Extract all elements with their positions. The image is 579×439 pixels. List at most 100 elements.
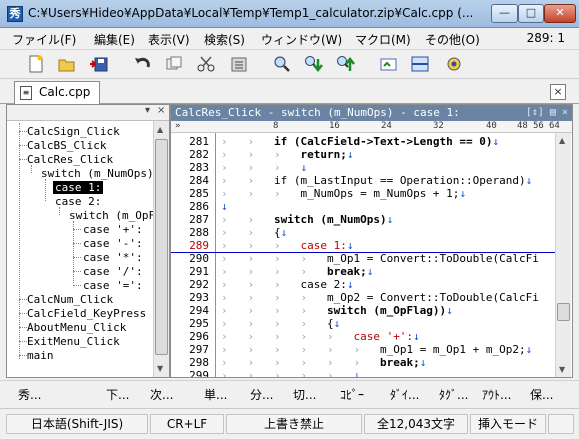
code-line[interactable]: 297 › › › › › › m_Op1 = m_Op1 + m_Op2;↓ [171,343,555,356]
outline-item[interactable]: CalcRes_Click [27,153,113,166]
code-line[interactable]: 284 › › if (m_LastInput == Operation::Ope… [171,174,555,187]
save-icon[interactable] [89,54,109,74]
outline-item[interactable]: case 2: [55,195,101,208]
title-bar: 秀 C:¥Users¥Hideo¥AppData¥Local¥Temp¥Temp… [0,0,579,28]
scrollbar-thumb[interactable] [155,139,168,355]
fkey-button[interactable]: 切... [293,386,316,403]
close-tab-icon[interactable]: × [550,84,566,100]
code-line[interactable]: 288 › › {↓ [171,226,555,239]
code-line[interactable]: 281 › › if (CalcField->Text->Length == 0)… [171,135,555,148]
document-icon: ≡ [20,86,32,100]
outline-item[interactable]: case '-': [83,237,143,250]
code-line[interactable]: 299 › › › › › ↓ [171,369,555,378]
line-text: m_Op2 = Convert::ToDouble(CalcFi [326,291,539,304]
code-line[interactable]: 286 ↓ [171,200,555,213]
fkey-button[interactable]: ﾀｸﾞ... [439,386,468,403]
open-folder-icon[interactable] [57,54,77,74]
tree-guide [19,145,27,146]
menu-window[interactable]: ウィンドウ(W) [261,31,342,48]
outline-item[interactable]: CalcField_KeyPress [27,307,146,320]
scroll-up-icon[interactable]: ▲ [559,136,565,145]
status-mode[interactable]: 挿入モード [470,414,546,434]
scrollbar-thumb[interactable] [557,303,570,321]
find-prev-icon[interactable] [335,54,355,74]
close-outline-icon[interactable]: × [157,105,165,116]
editor-scrollbar[interactable]: ▲ ▼ [555,133,571,377]
code-line[interactable]: 292 › › › case 2:↓ [171,278,555,291]
outline-item[interactable]: case '=': [83,279,143,292]
code-editor[interactable]: CalcRes_Click - switch (m_NumOps) - case… [170,104,573,378]
header-buttons-icon[interactable]: [↕] ▤ × [526,105,568,120]
undo-icon[interactable] [133,54,153,74]
code-line[interactable]: 283 › › › ↓ [171,161,555,174]
code-line[interactable]: 291 › › › › break;↓ [171,265,555,278]
fkey-button[interactable]: ｺﾋﾟｰ [340,386,364,403]
menu-macro[interactable]: マクロ(M) [355,31,411,48]
outline-item[interactable]: case '+': [83,223,143,236]
outline-item[interactable]: AboutMenu_Click [27,321,126,334]
menu-edit[interactable]: 編集(E) [94,31,135,48]
fkey-button[interactable]: 下... [106,386,129,403]
jump-icon[interactable] [378,54,398,74]
code-line[interactable]: 293 › › › › m_Op2 = Convert::ToDouble(Cal… [171,291,555,304]
line-text: break; [326,265,367,278]
menu-file[interactable]: ファイル(F) [12,31,76,48]
outline-item[interactable]: CalcSign_Click [27,125,120,138]
paste-icon[interactable] [229,54,249,74]
menu-search[interactable]: 検索(S) [204,31,245,48]
outline-item[interactable]: ExitMenu_Click [27,335,120,348]
outline-scrollbar[interactable]: ▲ ▼ [153,121,169,377]
close-button[interactable]: ✕ [544,4,576,23]
new-file-icon[interactable] [26,54,46,74]
fkey-button[interactable]: 保... [530,386,553,403]
minimize-button[interactable]: — [491,4,518,23]
fkey-button[interactable]: 次... [150,386,173,403]
editor-header-text: CalcRes_Click - switch (m_NumOps) - case… [175,106,460,119]
line-text: case 1: [300,239,347,252]
split-window-icon[interactable] [410,54,430,74]
line-number: 299 [189,369,209,378]
code-line[interactable]: 285 › › › m_NumOps = m_NumOps + 1;↓ [171,187,555,200]
tab-label: Calc.cpp [39,85,91,99]
status-encoding[interactable]: 日本語(Shift-JIS) [6,414,148,434]
maximize-button[interactable]: □ [518,4,544,23]
code-line[interactable]: 298 › › › › › › break;↓ [171,356,555,369]
pin-icon[interactable]: ▾ [145,105,150,116]
outline-item-selected[interactable]: case 1: [53,181,104,194]
code-line[interactable]: 287 › › switch (m_NumOps)↓ [171,213,555,226]
code-line-current[interactable]: 289 › › › case 1:↓ [171,239,555,253]
outline-item[interactable]: switch (m_NumOps) [41,167,154,180]
function-key-bar: 秀... 下... 次... 単... 分... 切... ｺﾋﾟｰ ﾀﾞｲ..… [0,380,579,406]
fkey-button[interactable]: 単... [204,386,227,403]
code-line[interactable]: 296 › › › › › case '+':↓ [171,330,555,343]
settings-icon[interactable] [444,54,464,74]
outline-item[interactable]: main [27,349,54,362]
fkey-button[interactable]: 分... [250,386,273,403]
line-number: 282 [189,148,209,161]
code-line[interactable]: 282 › › › return;↓ [171,148,555,161]
status-line-ending[interactable]: CR+LF [150,414,224,434]
app-icon[interactable]: 秀 [7,6,23,22]
scroll-down-icon[interactable]: ▼ [559,365,565,374]
code-line[interactable]: 295 › › › › {↓ [171,317,555,330]
find-next-icon[interactable] [303,54,323,74]
fkey-button[interactable]: 秀... [18,386,41,403]
fkey-button[interactable]: ｱｳﾄ... [482,386,511,403]
code-line[interactable]: 290 › › › › m_Op1 = Convert::ToDouble(Cal… [171,252,555,265]
outline-item[interactable]: switch (m_OpF [69,209,155,222]
scroll-up-icon[interactable]: ▲ [157,125,163,134]
outline-item[interactable]: case '*': [83,251,143,264]
outline-item[interactable]: case '/': [83,265,143,278]
code-line[interactable]: 294 › › › › switch (m_OpFlag))↓ [171,304,555,317]
scroll-down-icon[interactable]: ▼ [157,364,163,373]
find-icon[interactable] [272,54,292,74]
line-number: 296 [189,330,209,343]
cut-icon[interactable] [196,54,216,74]
fkey-button[interactable]: ﾀﾞｲ... [390,386,419,403]
tab-calc-cpp[interactable]: ≡ Calc.cpp [14,81,100,104]
menu-other[interactable]: その他(O) [425,31,480,48]
menu-view[interactable]: 表示(V) [148,31,190,48]
outline-item[interactable]: CalcNum_Click [27,293,113,306]
outline-item[interactable]: CalcBS_Click [27,139,106,152]
copy-icon[interactable] [164,54,184,74]
